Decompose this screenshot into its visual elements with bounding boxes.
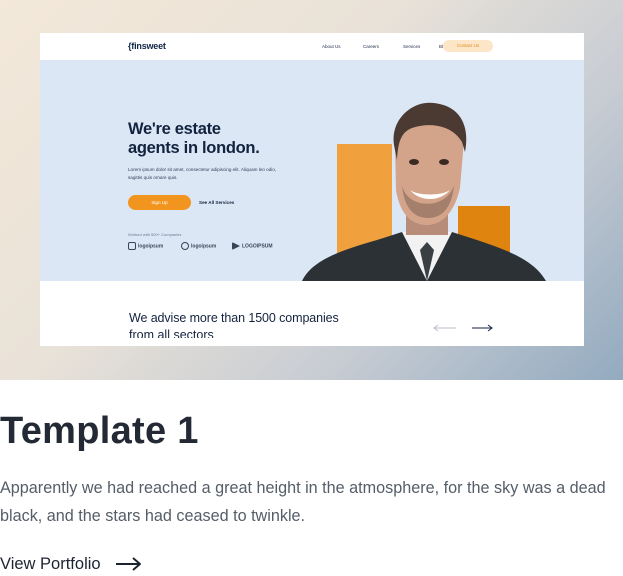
- preview-client-logo: LOGOIPSUM: [232, 242, 273, 250]
- preview-hero-paragraph: Lorem ipsum dolor sit amet, consectetur …: [128, 167, 277, 180]
- arrow-right-icon: [115, 557, 141, 571]
- preview-client-logo: logoipsum: [181, 242, 216, 250]
- template-description: Apparently we had reached a great height…: [0, 479, 606, 525]
- preview-client-logo: logoipsum: [128, 242, 163, 250]
- view-portfolio-label: View Portfolio: [0, 554, 101, 573]
- preview-navbar: {finsweet About Us Careers Services Blog…: [40, 33, 584, 60]
- preview-see-all-link: See All Services: [199, 200, 235, 205]
- preview-nav-link-about: About Us: [322, 44, 341, 49]
- preview-arrow-right-icon: [472, 324, 493, 332]
- preview-nav-link-careers: Careers: [363, 44, 380, 49]
- preview-contact-button: Contact Us: [443, 40, 493, 52]
- template-preview-frame: {finsweet About Us Careers Services Blog…: [0, 0, 623, 380]
- preview-agent-portrait: [302, 102, 546, 281]
- preview-advise-heading-2: from all sectors: [129, 328, 214, 338]
- preview-hero-heading-line2: agents in london.: [128, 139, 260, 157]
- preview-logo: {finsweet: [128, 41, 166, 51]
- template-preview-screenshot[interactable]: {finsweet About Us Careers Services Blog…: [40, 33, 584, 346]
- preview-worked-with: Worked with 500+ Companies: [128, 232, 182, 237]
- preview-hero-heading: We're estate agents in london.: [128, 120, 298, 158]
- template-title: Template 1: [0, 410, 199, 452]
- preview-hero-section: We're estate agents in london. Lorem ips…: [40, 60, 584, 281]
- preview-signup-button: Sign Up: [128, 195, 191, 210]
- preview-nav-link-services: Services: [403, 44, 421, 49]
- preview-arrow-left-icon: [433, 324, 456, 332]
- view-portfolio-link[interactable]: View Portfolio: [0, 552, 142, 576]
- preview-hero-heading-line1: We're estate: [128, 120, 221, 138]
- preview-advise-section: We advise more than 1500 companies from …: [40, 281, 584, 346]
- preview-advise-heading: We advise more than 1500 companies: [129, 311, 339, 325]
